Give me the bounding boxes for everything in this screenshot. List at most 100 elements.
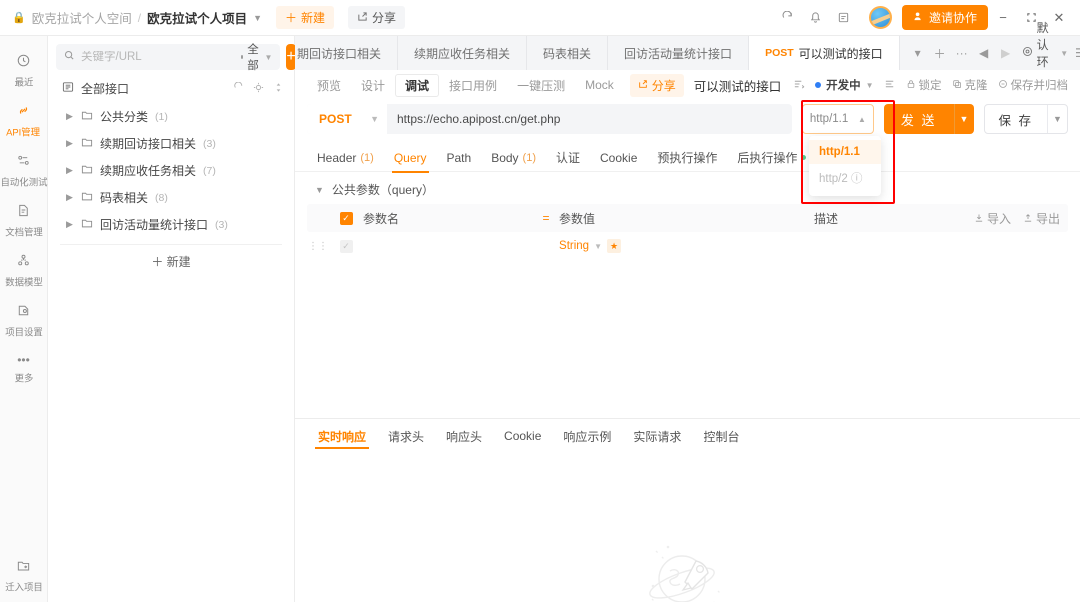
folder-name: 续期应收任务相关: [100, 164, 197, 178]
chevron-down-icon[interactable]: ▼: [253, 13, 262, 23]
response-tab-actual-request[interactable]: 实际请求: [622, 419, 692, 453]
sync-icon[interactable]: [775, 5, 801, 31]
send-dropdown-icon[interactable]: ▼: [953, 104, 974, 134]
environment-menu-icon[interactable]: ☰: [1074, 40, 1080, 66]
request-tab-post-script[interactable]: 后执行操作: [727, 144, 816, 172]
tab-scroll-right-icon[interactable]: ▶: [996, 40, 1016, 66]
save-button[interactable]: 保 存 ▼: [983, 104, 1068, 134]
row-checkbox[interactable]: ✓: [329, 239, 363, 253]
table-row[interactable]: ⋮⋮ ✓ String ▼ ★: [307, 232, 1068, 260]
rail-item-recent[interactable]: 最近: [0, 46, 48, 96]
tree-folder[interactable]: ▶ 公共分类 (1): [48, 103, 294, 130]
request-tab-cookie[interactable]: Cookie: [590, 144, 647, 172]
project-name[interactable]: 欧克拉试个人项目: [147, 8, 247, 27]
archive-action[interactable]: 保存并归档: [998, 77, 1068, 93]
new-tab-icon[interactable]: ＋: [930, 40, 950, 66]
workspace-name[interactable]: 欧克拉试个人空间: [32, 8, 132, 27]
refresh-icon[interactable]: [233, 81, 244, 96]
save-dropdown-icon[interactable]: ▼: [1047, 105, 1067, 133]
subtab-design[interactable]: 设计: [351, 74, 395, 97]
search-box[interactable]: 全部 ▼: [56, 41, 281, 73]
rail-item-settings[interactable]: 项目设置: [0, 296, 48, 346]
sort-icon[interactable]: [273, 82, 284, 96]
response-tab-response-headers[interactable]: 响应头: [435, 419, 493, 453]
column-description: 描述: [813, 211, 838, 226]
tree-root-row[interactable]: 全部接口: [48, 76, 294, 103]
request-tab-query[interactable]: Query: [384, 144, 437, 173]
public-params-section[interactable]: ▼ 公共参数（query）: [295, 172, 1080, 204]
folder-count: (1): [155, 110, 168, 123]
rail-item-api[interactable]: API管理: [0, 96, 48, 146]
url-input[interactable]: [387, 112, 792, 126]
share-button[interactable]: 分享: [348, 6, 406, 29]
tree-folder[interactable]: ▶ 回访活动量统计接口 (3): [48, 211, 294, 238]
tree-folder[interactable]: ▶ 续期应收任务相关 (7): [48, 157, 294, 184]
tab-item[interactable]: 期回访接口相关: [295, 36, 399, 70]
http-version-dropdown[interactable]: http/1.1 http/2 ⓘ: [809, 136, 881, 196]
notes-icon[interactable]: [831, 5, 857, 31]
new-button[interactable]: ＋ 新建: [276, 6, 335, 29]
tree-folder[interactable]: ▶ 续期回访接口相关 (3): [48, 130, 294, 157]
send-button[interactable]: 发 送 ▼: [883, 104, 974, 134]
response-tab-cookie[interactable]: Cookie: [493, 419, 552, 453]
rail-item-automation[interactable]: 自动化测试: [0, 146, 48, 196]
export-button[interactable]: 导出: [1023, 210, 1060, 227]
format-icon[interactable]: [793, 78, 805, 93]
response-tab-console[interactable]: 控制台: [692, 419, 750, 453]
status-badge[interactable]: 开发中 ▼: [815, 77, 874, 93]
tab-item[interactable]: 码表相关: [527, 36, 609, 70]
chevron-right-icon[interactable]: ▶: [66, 165, 74, 176]
search-input[interactable]: [81, 51, 235, 63]
rail-item-import-project[interactable]: 迁入项目: [0, 551, 48, 602]
response-tab-live[interactable]: 实时响应: [307, 419, 377, 453]
tab-list-dropdown-icon[interactable]: ▾: [908, 40, 928, 66]
api-share-button[interactable]: 分享: [629, 73, 684, 97]
tab-scroll-left-icon[interactable]: ◀: [974, 40, 994, 66]
clone-action[interactable]: 克隆: [952, 77, 988, 93]
bell-icon[interactable]: [803, 5, 829, 31]
lock-action[interactable]: 锁定: [906, 77, 942, 93]
chevron-right-icon[interactable]: ▶: [66, 192, 74, 203]
subtab-debug[interactable]: 调试: [395, 73, 440, 97]
tab-item[interactable]: 续期应收任务相关: [398, 36, 528, 70]
required-star-icon[interactable]: ★: [607, 239, 621, 253]
subtab-stress[interactable]: 一键压测: [507, 74, 575, 97]
request-tab-pre-script[interactable]: 预执行操作: [647, 144, 727, 172]
params-table: ✓ 参数名 = 参数值 描述 导入 导出 ⋮⋮ ✓ String ▼ ★: [307, 204, 1068, 260]
http-version-option-1-1[interactable]: http/1.1: [809, 140, 881, 164]
request-tab-header[interactable]: Header (1): [307, 144, 384, 172]
tab-item-active[interactable]: POST 可以测试的接口: [749, 36, 900, 70]
subtab-mock[interactable]: Mock: [575, 75, 624, 95]
response-tab-request-headers[interactable]: 请求头: [377, 419, 435, 453]
subtab-preview[interactable]: 预览: [307, 74, 351, 97]
rail-item-model[interactable]: 数据模型: [0, 246, 48, 296]
filter-icon[interactable]: [253, 82, 264, 96]
filter-scope-selector[interactable]: 全部 ▼: [241, 41, 272, 73]
subtab-cases[interactable]: 接口用例: [439, 74, 507, 97]
response-tab-examples[interactable]: 响应示例: [552, 419, 622, 453]
drag-handle[interactable]: ⋮⋮: [307, 241, 329, 252]
rail-item-docs[interactable]: 文档管理: [0, 196, 48, 246]
select-all-checkbox[interactable]: ✓: [329, 211, 363, 225]
http-version-selector[interactable]: http/1.1 ▲: [801, 104, 874, 134]
avatar[interactable]: [868, 6, 892, 29]
tab-more-icon[interactable]: ···: [952, 40, 972, 66]
minimize-button[interactable]: −: [990, 5, 1016, 31]
tree-new-button[interactable]: ＋ 新建: [60, 244, 282, 278]
param-type-selector[interactable]: String ▼ ★: [559, 239, 627, 253]
sort-toggle-icon[interactable]: [884, 78, 896, 93]
chevron-down-icon: ▼: [370, 114, 379, 124]
tree-folder[interactable]: ▶ 码表相关 (8): [48, 184, 294, 211]
chevron-right-icon[interactable]: ▶: [66, 219, 74, 230]
request-tab-path[interactable]: Path: [437, 144, 482, 172]
tab-item[interactable]: 回访活动量统计接口: [608, 36, 750, 70]
invite-button[interactable]: 邀请协作: [901, 5, 988, 30]
method-selector[interactable]: POST ▼: [307, 104, 387, 134]
request-tab-auth[interactable]: 认证: [546, 144, 590, 172]
import-button[interactable]: 导入: [974, 210, 1011, 227]
param-name-cell[interactable]: String ▼ ★: [363, 239, 627, 253]
request-tab-body[interactable]: Body (1): [481, 144, 546, 172]
chevron-right-icon[interactable]: ▶: [66, 111, 74, 122]
chevron-right-icon[interactable]: ▶: [66, 138, 74, 149]
rail-item-more[interactable]: ••• 更多: [0, 346, 48, 392]
